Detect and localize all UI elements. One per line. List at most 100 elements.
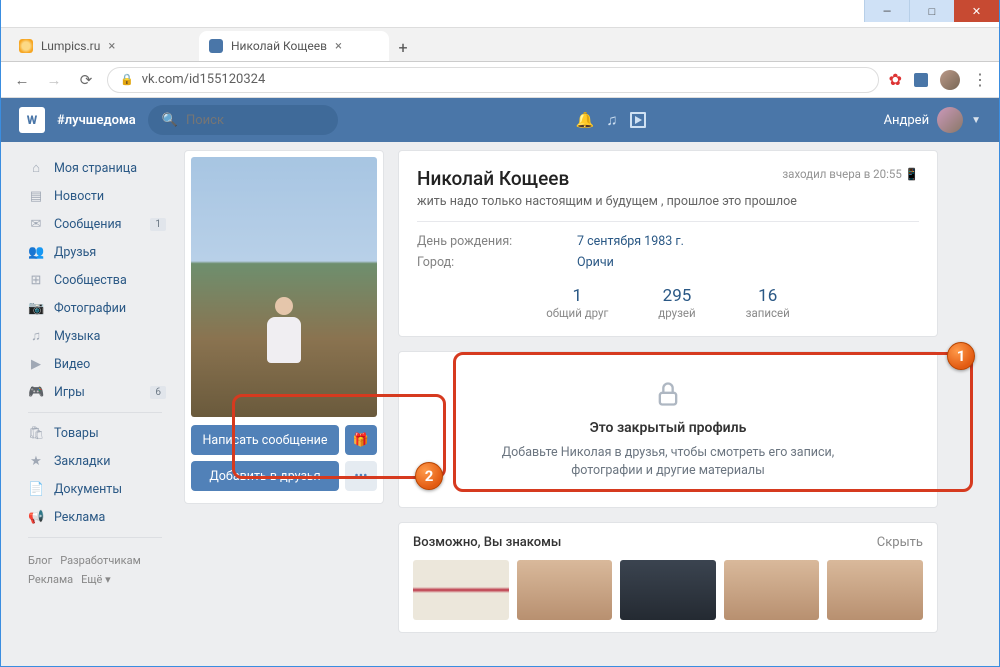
badge: 1 xyxy=(150,218,166,231)
sidebar-icon: 🎮 xyxy=(28,385,44,400)
maximize-button[interactable]: □ xyxy=(909,0,954,22)
sidebar-icon: ✉ xyxy=(28,217,44,232)
close-button[interactable]: ✕ xyxy=(954,0,999,22)
video-icon[interactable] xyxy=(630,112,646,128)
counter[interactable]: 16записей xyxy=(746,286,790,320)
sidebar-icon: 🛍 xyxy=(28,426,44,441)
possible-friends-card: Возможно, Вы знакомы Скрыть xyxy=(398,522,938,633)
sidebar-label: Моя страница xyxy=(54,161,137,176)
back-button[interactable]: ← xyxy=(11,71,33,89)
footer-link[interactable]: Реклама xyxy=(28,573,73,586)
message-button[interactable]: Написать сообщение xyxy=(191,425,339,455)
tab-label: Николай Кощеев xyxy=(231,39,327,53)
suggested-friend[interactable] xyxy=(827,560,923,620)
tab-label: Lumpics.ru xyxy=(41,39,100,53)
bday-value[interactable]: 7 сентября 1983 г. xyxy=(577,234,684,249)
chevron-down-icon: ▼ xyxy=(971,115,981,126)
address-bar[interactable]: 🔒 vk.com/id155120324 xyxy=(107,67,879,93)
profile-status: жить надо только настоящим и будущем , п… xyxy=(417,194,919,209)
sidebar-item[interactable]: 🛍Товары xyxy=(20,419,170,447)
sidebar-item[interactable]: 📷Фотографии xyxy=(20,294,170,322)
sidebar-label: Закладки xyxy=(54,454,111,469)
new-tab-button[interactable]: + xyxy=(389,33,417,61)
tab-vk-profile[interactable]: Николай Кощеев × xyxy=(199,31,389,61)
search-icon: 🔍 xyxy=(162,113,178,128)
sidebar-item[interactable]: ⌂Моя страница xyxy=(20,154,170,182)
favicon-vk xyxy=(209,39,223,53)
sidebar-label: Музыка xyxy=(54,329,100,344)
counter[interactable]: 295друзей xyxy=(658,286,695,320)
sidebar-label: Фотографии xyxy=(54,301,126,316)
window-title-bar: — □ ✕ xyxy=(1,0,999,28)
profile-photo[interactable] xyxy=(191,157,377,417)
sidebar-item[interactable]: ★ Закладки xyxy=(20,447,170,475)
vk-header: W #лучшедома 🔍 🔔 ♫ Андрей ▼ xyxy=(1,98,999,142)
private-title: Это закрытый профиль xyxy=(419,420,917,436)
tab-close-icon[interactable]: × xyxy=(108,39,115,54)
annotation-marker-2: 2 xyxy=(415,462,443,490)
sidebar-label: Видео xyxy=(54,357,90,372)
header-username: Андрей xyxy=(884,113,930,128)
avatar xyxy=(937,107,963,133)
sidebar-icon: ★ xyxy=(28,454,44,469)
sidebar-item[interactable]: 👥 Друзья xyxy=(20,238,170,266)
sidebar-item[interactable]: ✉ Сообщения 1 xyxy=(20,210,170,238)
footer-link[interactable]: Блог xyxy=(28,554,52,567)
suggested-friend[interactable] xyxy=(517,560,613,620)
sidebar-label: Реклама xyxy=(54,510,105,525)
minimize-button[interactable]: — xyxy=(864,0,909,22)
bday-label: День рождения: xyxy=(417,234,577,249)
header-hashtag[interactable]: #лучшедома xyxy=(57,113,136,128)
profile-avatar[interactable] xyxy=(940,70,960,90)
sidebar-item[interactable]: 📢 Реклама xyxy=(20,503,170,531)
sidebar-icon: 👥 xyxy=(28,245,44,260)
profile-info-card: Николай Кощеев заходил вчера в 20:55 📱 ж… xyxy=(398,150,938,337)
sidebar-icon: 📄 xyxy=(28,482,44,497)
music-icon[interactable]: ♫ xyxy=(606,111,617,129)
sidebar-item[interactable]: 📄 Документы xyxy=(20,475,170,503)
tab-lumpics[interactable]: Lumpics.ru × xyxy=(9,31,199,61)
reload-button[interactable]: ⟳ xyxy=(75,71,97,89)
city-label: Город: xyxy=(417,255,577,270)
sidebar-label: Сообщения xyxy=(54,217,122,232)
add-friend-button[interactable]: Добавить в друзья xyxy=(191,461,339,491)
sidebar-icon: 📢 xyxy=(28,510,44,525)
browser-toolbar: ← → ⟳ 🔒 vk.com/id155120324 ✿ ⋮ xyxy=(1,62,999,98)
badge: 6 xyxy=(150,386,166,399)
city-value[interactable]: Оричи xyxy=(577,255,614,270)
footer-link[interactable]: Разработчикам xyxy=(60,554,141,567)
sidebar-label: Сообщества xyxy=(54,273,127,288)
sidebar-label: Друзья xyxy=(54,245,96,260)
notifications-icon[interactable]: 🔔 xyxy=(576,111,595,129)
profile-name: Николай Кощеев xyxy=(417,167,569,190)
last-seen: заходил вчера в 20:55 📱 xyxy=(782,167,919,181)
search-box[interactable]: 🔍 xyxy=(148,105,338,135)
extension-icon[interactable] xyxy=(914,73,928,87)
search-input[interactable] xyxy=(186,113,324,128)
suggested-friend[interactable] xyxy=(724,560,820,620)
suggested-friend[interactable] xyxy=(413,560,509,620)
left-nav: ⌂Моя страница▤Новости ✉ Сообщения 1 👥 Друзья ⊞… xyxy=(20,150,170,658)
sidebar-item[interactable]: ▤Новости xyxy=(20,182,170,210)
vk-logo[interactable]: W xyxy=(19,107,45,133)
suggested-friend[interactable] xyxy=(620,560,716,620)
sidebar-label: Документы xyxy=(54,482,122,497)
sidebar-item[interactable]: 🎮Игры6 xyxy=(20,378,170,406)
gift-button[interactable]: 🎁 xyxy=(345,425,377,455)
footer-link[interactable]: Ещё ▾ xyxy=(81,573,111,586)
more-actions-button[interactable]: ••• xyxy=(345,461,377,491)
hide-link[interactable]: Скрыть xyxy=(877,535,923,550)
sidebar-item[interactable]: ♫Музыка xyxy=(20,322,170,350)
header-user-menu[interactable]: Андрей ▼ xyxy=(884,107,981,133)
url-text: vk.com/id155120324 xyxy=(142,72,266,87)
counter[interactable]: 1общий друг xyxy=(546,286,608,320)
sidebar-icon: ▤ xyxy=(28,189,44,204)
tab-close-icon[interactable]: × xyxy=(335,39,342,54)
extension-icon[interactable]: ✿ xyxy=(889,70,902,89)
menu-button[interactable]: ⋮ xyxy=(972,70,989,89)
annotation-marker-1: 1 xyxy=(947,342,975,370)
forward-button[interactable]: → xyxy=(43,71,65,89)
sidebar-item[interactable]: ⊞Сообщества xyxy=(20,266,170,294)
private-profile-card: Это закрытый профиль Добавьте Николая в … xyxy=(398,351,938,508)
sidebar-item[interactable]: ▶Видео xyxy=(20,350,170,378)
